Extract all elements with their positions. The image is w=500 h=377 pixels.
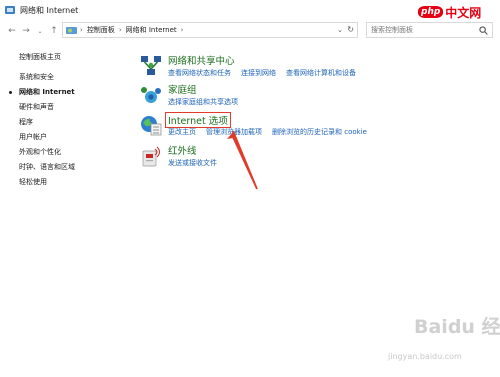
current-item-bullet xyxy=(9,91,12,94)
navigation-toolbar: ← → ⌄ ↑ › 控制面板 › 网络和 Internet › ⌄ ↻ xyxy=(0,22,500,40)
search-box[interactable] xyxy=(366,22,493,38)
breadcrumb-separator: › xyxy=(180,26,184,34)
search-icon[interactable] xyxy=(479,26,488,35)
connect-to-network-link[interactable]: 连接到网络 xyxy=(241,68,276,78)
address-bar[interactable]: › 控制面板 › 网络和 Internet › ⌄ ↻ xyxy=(62,22,358,38)
internet-options-links: 更改主页 管理浏览器加载项 删除浏览的历史记录和 cookie xyxy=(168,127,377,137)
php-badge: php xyxy=(418,6,444,18)
window-title: 网络和 Internet xyxy=(20,5,79,15)
view-network-status-link[interactable]: 查看网络状态和任务 xyxy=(168,68,231,78)
back-button[interactable]: ← xyxy=(6,24,18,38)
delete-history-cookies-link[interactable]: 删除浏览的历史记录和 cookie xyxy=(272,127,367,137)
sidebar-item-ease-of-access[interactable]: 轻松使用 xyxy=(19,175,129,190)
infrared-links: 发送或接收文件 xyxy=(168,158,227,168)
refresh-icon[interactable]: ↻ xyxy=(347,25,354,34)
internet-options-link[interactable]: Internet 选项 xyxy=(165,112,231,128)
sidebar-item-control-panel-home[interactable]: 控制面板主页 xyxy=(19,50,129,65)
network-sharing-links: 查看网络状态和任务 连接到网络 查看网络计算机和设备 xyxy=(168,68,366,78)
sidebar-item-hardware-sound[interactable]: 硬件和声音 xyxy=(19,100,129,115)
sidebar-item-label: 网络和 Internet xyxy=(19,88,75,96)
baidu-logo: Baidu 经验 xyxy=(414,316,500,338)
breadcrumb-separator: › xyxy=(80,26,83,34)
forward-button[interactable]: → xyxy=(20,24,32,38)
up-button[interactable]: ↑ xyxy=(48,24,60,38)
change-homepage-link[interactable]: 更改主页 xyxy=(168,127,196,137)
sidebar-item-clock-language-region[interactable]: 时钟、语言和区域 xyxy=(19,160,129,175)
php-watermark-logo: php 中文网 xyxy=(418,3,498,21)
breadcrumb-network-internet[interactable]: 网络和 Internet xyxy=(126,25,177,35)
network-folder-icon xyxy=(5,6,15,14)
breadcrumb-separator: › xyxy=(118,26,122,34)
infrared-link[interactable]: 红外线 xyxy=(168,143,197,157)
view-network-computers-link[interactable]: 查看网络计算机和设备 xyxy=(286,68,356,78)
manage-addons-link[interactable]: 管理浏览器加载项 xyxy=(206,127,262,137)
baidu-url: jingyan.baidu.com xyxy=(388,352,462,361)
homegroup-link[interactable]: 家庭组 xyxy=(168,82,197,96)
sidebar-item-user-accounts[interactable]: 用户帐户 xyxy=(19,130,129,145)
homegroup-links: 选择家庭组和共享选项 xyxy=(168,97,248,107)
infrared-icon xyxy=(142,146,160,167)
sidebar: 控制面板主页 系统和安全 网络和 Internet 硬件和声音 程序 用户帐户 … xyxy=(9,50,129,190)
category-internet-options: Internet 选项 更改主页 管理浏览器加载项 删除浏览的历史记录和 coo… xyxy=(140,112,470,142)
address-dropdown-icon[interactable]: ⌄ xyxy=(337,26,343,34)
category-homegroup: 家庭组 选择家庭组和共享选项 xyxy=(140,82,470,112)
internet-options-icon xyxy=(141,116,162,136)
category-infrared: 红外线 发送或接收文件 xyxy=(140,143,470,173)
breadcrumb-control-panel[interactable]: 控制面板 xyxy=(87,25,115,35)
baidu-watermark: Baidu 经验 jingyan.baidu.com xyxy=(388,312,500,374)
send-receive-files-link[interactable]: 发送或接收文件 xyxy=(168,158,217,168)
php-watermark-text: 中文网 xyxy=(445,5,482,20)
homegroup-icon xyxy=(141,87,161,103)
control-panel-icon xyxy=(66,26,77,34)
sidebar-item-appearance[interactable]: 外观和个性化 xyxy=(19,145,129,160)
category-network-sharing-center: 网络和共享中心 查看网络状态和任务 连接到网络 查看网络计算机和设备 xyxy=(140,53,470,83)
homegroup-sharing-options-link[interactable]: 选择家庭组和共享选项 xyxy=(168,97,238,107)
search-input[interactable] xyxy=(371,26,479,34)
network-sharing-center-link[interactable]: 网络和共享中心 xyxy=(168,53,235,67)
sidebar-item-programs[interactable]: 程序 xyxy=(19,115,129,130)
sidebar-item-network-internet[interactable]: 网络和 Internet xyxy=(9,85,129,100)
recent-locations-button[interactable]: ⌄ xyxy=(34,24,46,38)
sidebar-item-system-security[interactable]: 系统和安全 xyxy=(19,70,129,85)
network-icon xyxy=(141,56,161,75)
